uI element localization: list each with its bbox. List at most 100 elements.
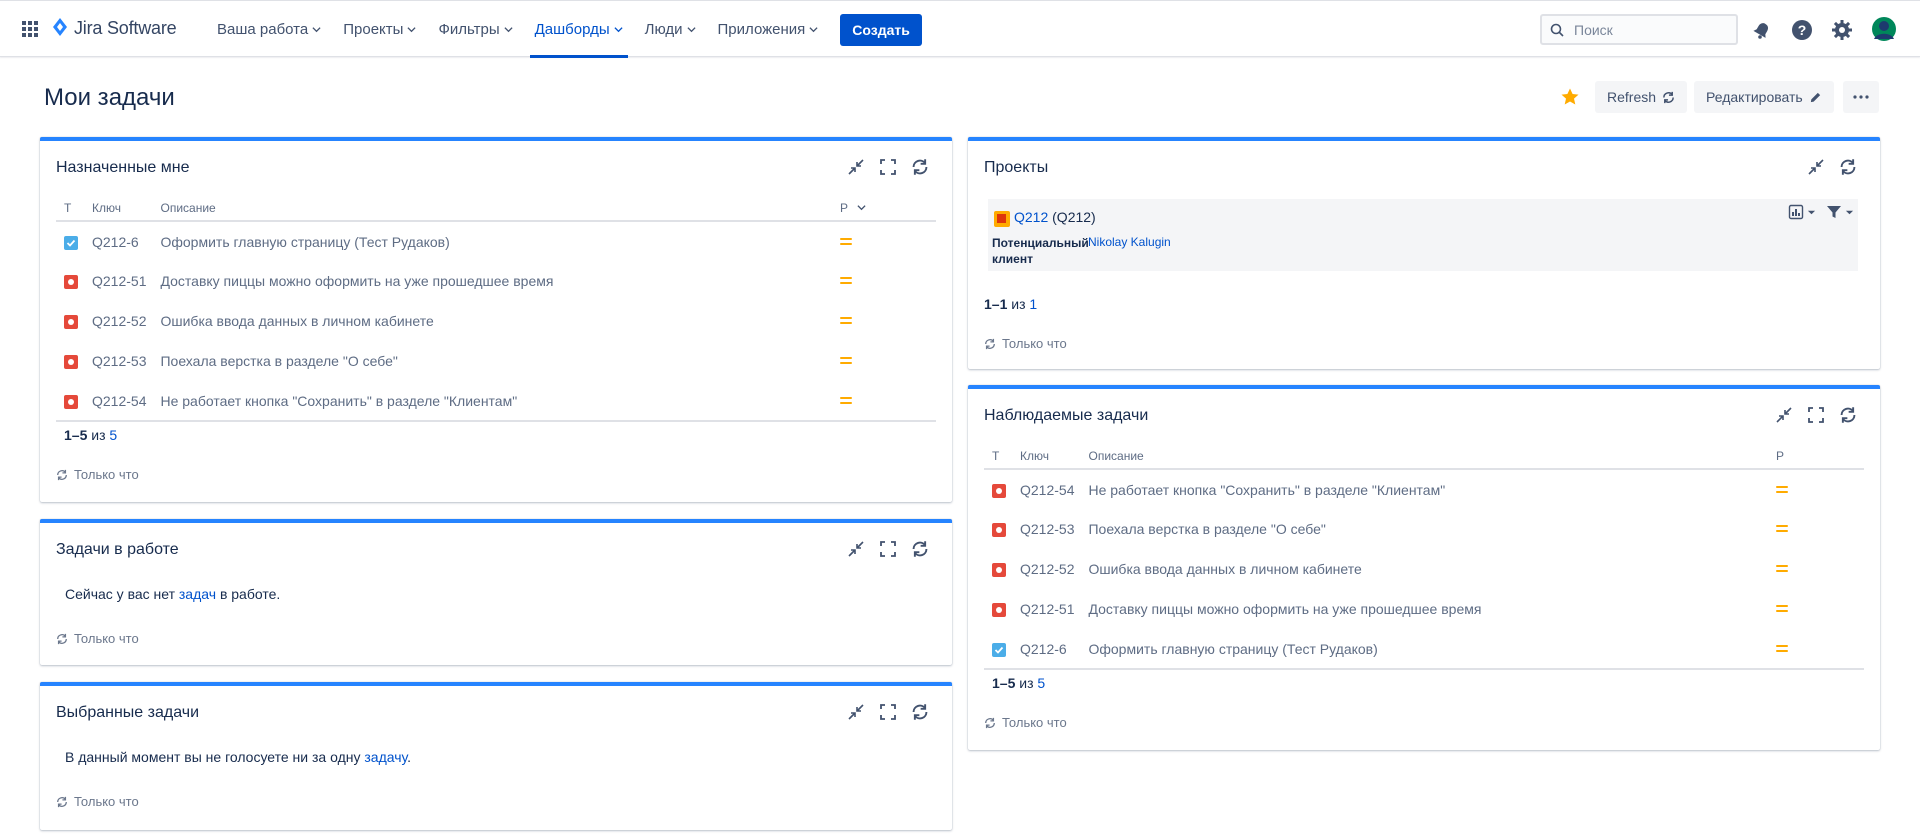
refresh-icon[interactable]: [908, 537, 932, 561]
issue-key[interactable]: Q212-53: [1012, 509, 1080, 549]
table-row[interactable]: Q212-51 Доставку пиццы можно оформить на…: [56, 261, 936, 301]
column-header-type[interactable]: T: [56, 195, 84, 222]
project-tools: [1788, 204, 1854, 220]
pager-total-link[interactable]: 5: [1037, 675, 1045, 691]
project-lead-link[interactable]: Nikolay Kalugin: [1088, 235, 1171, 249]
create-button[interactable]: Создать: [840, 13, 922, 46]
issue-summary[interactable]: Не работает кнопка "Сохранить" в разделе…: [152, 381, 832, 421]
issue-key[interactable]: Q212-52: [1012, 549, 1080, 589]
issue-summary[interactable]: Ошибка ввода данных в личном кабинете: [152, 301, 832, 341]
bug-icon: [64, 315, 78, 330]
updated-status: Только что: [56, 467, 139, 482]
table-row[interactable]: Q212-53 Поехала верстка в разделе "О себ…: [984, 509, 1864, 549]
minimize-icon[interactable]: [844, 537, 868, 561]
chevron-down-icon: [1807, 210, 1816, 214]
nav-dashboards[interactable]: Дашборды: [524, 1, 634, 58]
updated-status: Только что: [56, 794, 139, 809]
nav-item-label: Дашборды: [534, 21, 610, 38]
table-row[interactable]: Q212-54 Не работает кнопка "Сохранить" в…: [984, 469, 1864, 509]
more-button[interactable]: [1843, 81, 1879, 113]
notifications-icon[interactable]: [1750, 18, 1774, 42]
refresh-icon: [985, 717, 995, 728]
minimize-icon[interactable]: [844, 700, 868, 724]
column-header-key[interactable]: Ключ: [84, 195, 153, 222]
project-link[interactable]: Q212: [1014, 209, 1048, 225]
nav-people[interactable]: Люди: [634, 1, 707, 58]
issue-summary[interactable]: Оформить главную страницу (Тест Рудаков): [1080, 629, 1768, 669]
column-header-priority[interactable]: P: [832, 195, 936, 222]
refresh-icon[interactable]: [908, 700, 932, 724]
pager-total-link[interactable]: 5: [109, 427, 117, 443]
table-row[interactable]: Q212-53 Поехала верстка в разделе "О себ…: [56, 341, 936, 381]
nav-your-work[interactable]: Ваша работа: [206, 1, 332, 58]
table-row[interactable]: Q212-51 Доставку пиццы можно оформить на…: [984, 589, 1864, 629]
issue-summary[interactable]: Поехала верстка в разделе "О себе": [1080, 509, 1768, 549]
settings-icon[interactable]: [1830, 18, 1854, 42]
refresh-button[interactable]: Refresh: [1595, 81, 1688, 113]
issue-key[interactable]: Q212-54: [84, 381, 152, 421]
updated-text: Только что: [74, 467, 139, 482]
issue-summary[interactable]: Доставку пиццы можно оформить на уже про…: [1080, 589, 1768, 629]
issue-summary[interactable]: Ошибка ввода данных в личном кабинете: [1080, 549, 1768, 589]
nav-filters[interactable]: Фильтры: [427, 1, 523, 58]
empty-message: В данный момент вы не голосуете ни за од…: [65, 749, 411, 765]
help-icon[interactable]: ?: [1790, 18, 1814, 42]
nav-projects[interactable]: Проекты: [332, 1, 427, 58]
issue-summary[interactable]: Поехала верстка в разделе "О себе": [152, 341, 832, 381]
filter-icon[interactable]: [1826, 204, 1854, 220]
issue-link[interactable]: задачу: [364, 749, 407, 765]
gadget-controls: [844, 537, 932, 561]
maximize-icon[interactable]: [876, 155, 900, 179]
pager-total-link[interactable]: 1: [1029, 296, 1037, 312]
table-row[interactable]: Q212-6 Оформить главную страницу (Тест Р…: [984, 629, 1864, 669]
table-row[interactable]: Q212-54 Не работает кнопка "Сохранить" в…: [56, 381, 936, 421]
jira-logo[interactable]: Jira Software: [52, 17, 177, 40]
minimize-icon[interactable]: [1804, 155, 1828, 179]
minimize-icon[interactable]: [1772, 403, 1796, 427]
gadget-controls: [844, 700, 932, 724]
issue-key[interactable]: Q212-53: [84, 341, 152, 381]
refresh-icon[interactable]: [1836, 155, 1860, 179]
maximize-icon[interactable]: [876, 537, 900, 561]
gadget-title: Задачи в работе: [56, 541, 179, 558]
issues-link[interactable]: задач: [179, 586, 216, 602]
column-header-type[interactable]: T: [984, 443, 1012, 470]
minimize-icon[interactable]: [844, 155, 868, 179]
star-icon[interactable]: [1560, 87, 1580, 110]
pager-of: из: [91, 427, 106, 443]
table-row[interactable]: Q212-6 Оформить главную страницу (Тест Р…: [56, 221, 936, 261]
chevron-down-icon: [809, 27, 818, 33]
nav-apps[interactable]: Приложения: [707, 1, 830, 58]
table-row[interactable]: Q212-52 Ошибка ввода данных в личном каб…: [56, 301, 936, 341]
issue-key[interactable]: Q212-52: [84, 301, 152, 341]
search-input[interactable]: [1572, 20, 1722, 39]
apps-grid-icon[interactable]: [21, 20, 39, 38]
issue-key[interactable]: Q212-51: [1012, 589, 1080, 629]
issue-summary[interactable]: Не работает кнопка "Сохранить" в разделе…: [1080, 469, 1768, 509]
chevron-down-icon: [857, 204, 866, 210]
issue-summary[interactable]: Доставку пиццы можно оформить на уже про…: [152, 261, 832, 301]
column-header-priority[interactable]: P: [1768, 443, 1864, 470]
edit-button[interactable]: Редактировать: [1694, 81, 1834, 113]
issue-key[interactable]: Q212-6: [84, 221, 152, 261]
maximize-icon[interactable]: [1804, 403, 1828, 427]
issue-key[interactable]: Q212-54: [1012, 469, 1080, 509]
updated-status: Только что: [984, 336, 1067, 351]
column-header-key[interactable]: Ключ: [1012, 443, 1081, 470]
issue-key[interactable]: Q212-6: [1012, 629, 1080, 669]
priority-medium-icon: [1776, 644, 1788, 654]
priority-medium-icon: [1776, 524, 1788, 534]
maximize-icon[interactable]: [876, 700, 900, 724]
column-header-summary[interactable]: Описание: [1080, 443, 1768, 470]
issue-summary[interactable]: Оформить главную страницу (Тест Рудаков): [152, 221, 832, 261]
refresh-icon[interactable]: [908, 155, 932, 179]
table-row[interactable]: Q212-52 Ошибка ввода данных в личном каб…: [984, 549, 1864, 589]
column-header-summary[interactable]: Описание: [152, 195, 832, 222]
refresh-icon: [985, 338, 995, 349]
chart-icon[interactable]: [1788, 204, 1816, 220]
gadget-in-progress: Задачи в работе Сейчас у вас нет задач в…: [40, 519, 952, 665]
refresh-icon[interactable]: [1836, 403, 1860, 427]
issue-key[interactable]: Q212-51: [84, 261, 152, 301]
avatar-icon[interactable]: [1871, 16, 1897, 42]
pager-of: из: [1019, 675, 1034, 691]
